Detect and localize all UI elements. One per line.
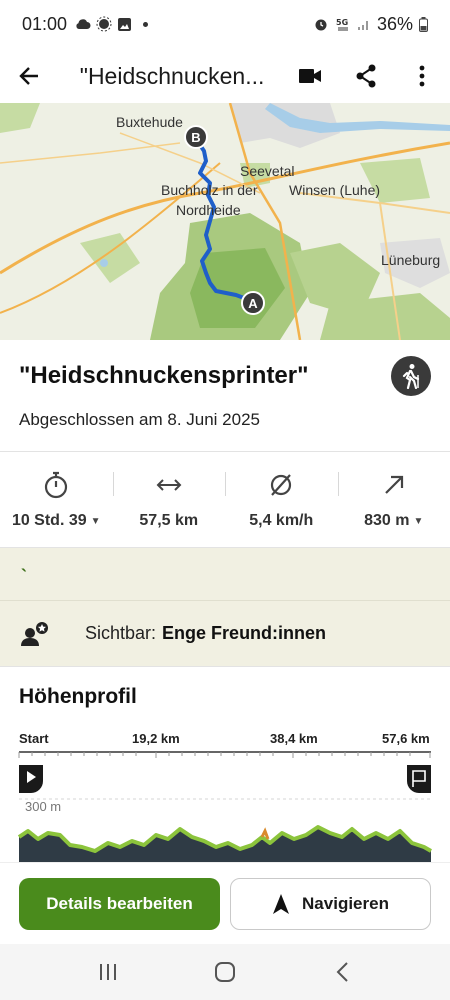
app-bar: "Heidschnucken... xyxy=(0,48,450,104)
stat-speed-value: 5,4 km/h xyxy=(249,512,314,529)
hiking-icon xyxy=(402,364,420,389)
tour-completed-date: Abgeschlossen am 8. Juni 2025 xyxy=(19,410,260,429)
app-bar-actions xyxy=(282,48,450,104)
system-back-button[interactable] xyxy=(312,952,372,992)
gallery-icon xyxy=(118,17,132,31)
friend-star-icon xyxy=(21,621,48,646)
video-button[interactable] xyxy=(282,48,338,104)
map-label-winsen: Winsen (Luhe) xyxy=(289,182,380,198)
recent-apps-button[interactable] xyxy=(78,952,138,992)
map-label-nordheide: Nordheide xyxy=(176,202,241,218)
lake xyxy=(100,259,108,267)
axis-label-38km: 38,4 km xyxy=(270,731,318,746)
visibility-value: Enge Freund:innen xyxy=(162,623,327,643)
back-arrow-icon xyxy=(19,67,38,85)
status-time: 01:00 xyxy=(22,13,68,34)
stopwatch-icon xyxy=(45,471,68,499)
battery-icon xyxy=(419,16,428,32)
band-mark: ` xyxy=(21,566,27,586)
stat-distance: 57,5 km xyxy=(112,452,226,547)
home-icon xyxy=(214,962,235,982)
highlight-band[interactable]: ` xyxy=(0,548,450,600)
elevation-title: Höhenprofil xyxy=(19,685,137,708)
route-start-marker[interactable]: A xyxy=(241,291,265,315)
start-marker-label: A xyxy=(248,296,258,311)
route-end-marker[interactable]: B xyxy=(184,125,208,149)
status-icons-left xyxy=(75,16,149,32)
axis-label-19km: 19,2 km xyxy=(132,731,180,746)
status-bar: 01:00 5G 36% xyxy=(0,0,450,48)
stat-elevation-value: 830 m xyxy=(364,512,410,529)
map-canvas: Buxtehude Seevetal Buchholz in der Nordh… xyxy=(0,103,450,340)
video-camera-icon xyxy=(299,69,321,83)
end-marker-label: B xyxy=(191,130,200,145)
axis-ticks xyxy=(18,752,431,758)
action-bar: Details bearbeiten Navigieren xyxy=(0,862,450,944)
stat-elevation[interactable]: 830 m ▼ xyxy=(337,452,450,547)
navigate-label: Navigieren xyxy=(302,893,389,913)
status-icons-right: 5G 36% xyxy=(313,14,428,35)
stat-distance-value: 57,5 km xyxy=(139,512,199,529)
alarm-icon xyxy=(315,19,327,31)
notification-dot xyxy=(143,21,149,27)
stat-duration-value: 10 Std. 39 xyxy=(11,512,87,529)
y-label-300m: 300 m xyxy=(25,799,61,814)
tour-name[interactable]: "Heidschnuckensprinter" xyxy=(19,362,309,390)
tour-header: "Heidschnuckensprinter" Abgeschlossen am… xyxy=(0,340,450,452)
map-label-lueneburg: Lüneburg xyxy=(381,252,440,268)
recent-apps-icon xyxy=(100,964,117,980)
more-button[interactable] xyxy=(394,48,450,104)
finish-flag-icon xyxy=(407,765,431,793)
sport-type-button[interactable] xyxy=(391,356,431,396)
battery-text: 36% xyxy=(376,13,413,34)
elevation-profile: Höhenprofil Start 19,2 km 38,4 km 57,6 k… xyxy=(0,666,450,877)
page-title: "Heidschnucken... xyxy=(79,62,265,89)
stat-speed: 5,4 km/h xyxy=(225,452,338,547)
visibility-label: Sichtbar: xyxy=(85,623,157,643)
axis-label-start: Start xyxy=(19,731,49,746)
tour-stats: 10 Std. 39 ▼ 57,5 km 5,4 km/h 830 m ▼ xyxy=(0,452,450,548)
signal-icon xyxy=(357,21,368,30)
map-label-buxtehude: Buxtehude xyxy=(116,114,183,130)
visibility-row[interactable]: Sichtbar: Enge Freund:innen xyxy=(0,600,450,666)
map-label-seevetal: Seevetal xyxy=(240,163,294,179)
share-button[interactable] xyxy=(338,48,394,104)
play-flag-icon xyxy=(19,765,43,793)
weather-icon xyxy=(96,16,112,32)
dropdown-caret-icon: ▼ xyxy=(413,515,424,527)
uphill-arrow-icon xyxy=(384,475,403,494)
elevation-chart[interactable]: 300 m xyxy=(0,747,450,877)
distance-arrows-icon xyxy=(156,479,182,491)
navigate-button[interactable]: Navigieren xyxy=(230,877,431,930)
average-speed-icon xyxy=(271,474,292,496)
edit-details-button[interactable]: Details bearbeiten xyxy=(19,877,220,930)
navigation-arrow-icon xyxy=(273,893,290,914)
cloud-icon xyxy=(76,19,91,29)
route-map[interactable]: Buxtehude Seevetal Buchholz in der Nordh… xyxy=(0,103,450,340)
home-button[interactable] xyxy=(195,952,255,992)
stat-duration[interactable]: 10 Std. 39 ▼ xyxy=(0,452,113,547)
axis-label-57km: 57,6 km xyxy=(382,731,430,746)
more-vert-icon xyxy=(419,65,425,87)
svg-text:5G: 5G xyxy=(336,18,348,27)
dropdown-caret-icon: ▼ xyxy=(90,515,101,527)
chevron-left-icon xyxy=(336,962,348,982)
share-icon xyxy=(356,64,376,88)
system-nav-bar xyxy=(0,944,450,1000)
5g-icon: 5G xyxy=(336,18,348,31)
back-button[interactable] xyxy=(0,48,58,104)
map-label-buchholz: Buchholz in der xyxy=(161,182,258,198)
